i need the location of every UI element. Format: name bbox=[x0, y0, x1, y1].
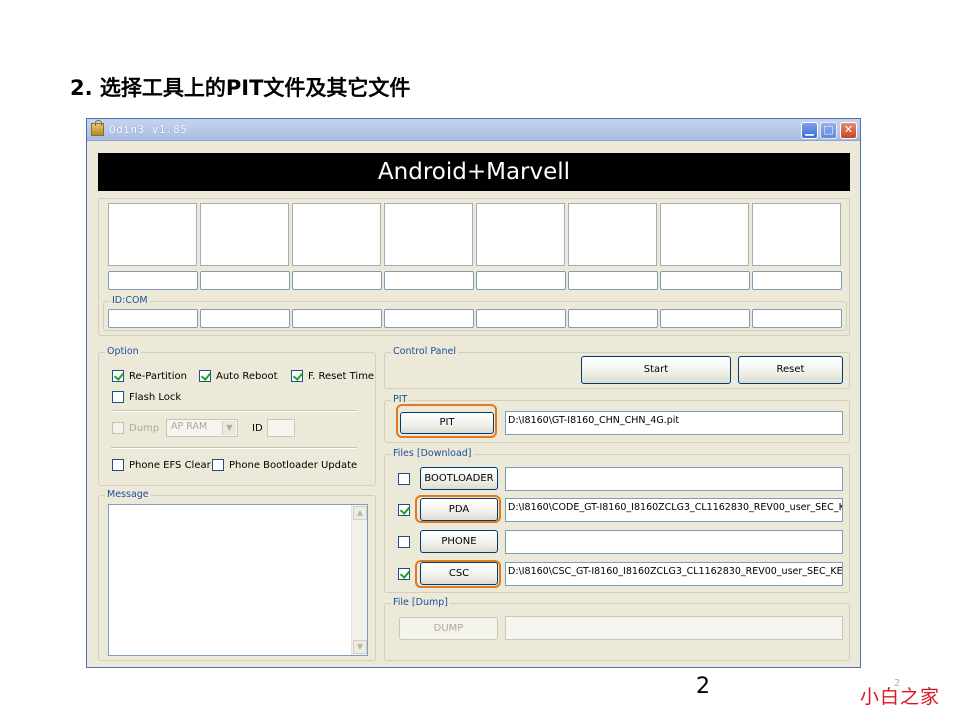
pit-path-field[interactable]: D:\I8160\GT-I8160_CHN_CHN_4G.pit bbox=[505, 411, 843, 435]
pda-checkbox[interactable] bbox=[398, 504, 410, 516]
id-com-field-3 bbox=[292, 309, 382, 328]
id-com-field-4 bbox=[384, 309, 474, 328]
csc-path-field[interactable]: D:\I8160\CSC_GT-I8160_I8160ZCLG3_CL11628… bbox=[505, 562, 843, 586]
start-button[interactable]: Start bbox=[581, 356, 731, 384]
reset-button[interactable]: Reset bbox=[738, 356, 843, 384]
message-scrollbar[interactable]: ▲ ▼ bbox=[351, 505, 367, 655]
control-panel-label: Control Panel bbox=[391, 346, 458, 358]
f-reset-time-checkbox[interactable] bbox=[291, 370, 303, 382]
csc-checkbox[interactable] bbox=[398, 568, 410, 580]
message-group: Message ▲ ▼ bbox=[98, 489, 376, 661]
phone-button[interactable]: PHONE bbox=[420, 530, 498, 553]
port-status-field-8 bbox=[752, 271, 842, 290]
port-status-field-5 bbox=[476, 271, 566, 290]
title-bar[interactable]: Odin3 v1.85 ▁ □ ✕ bbox=[87, 119, 860, 141]
model-banner: Android+Marvell bbox=[98, 153, 850, 191]
phone-bootloader-update-checkbox[interactable] bbox=[212, 459, 224, 471]
id-com-label: ID:COM bbox=[110, 295, 150, 307]
message-textarea[interactable]: ▲ ▼ bbox=[108, 504, 368, 656]
auto-reboot-checkbox[interactable] bbox=[199, 370, 211, 382]
dump-button-label: DUMP bbox=[433, 623, 464, 634]
flash-lock-checkbox[interactable] bbox=[112, 391, 124, 403]
watermark: 小白之家 bbox=[860, 686, 941, 708]
port-box-8 bbox=[752, 203, 841, 266]
id-com-field-1 bbox=[108, 309, 198, 328]
port-box-1 bbox=[108, 203, 197, 266]
id-com-group: ID:COM bbox=[103, 295, 847, 331]
bootloader-checkbox[interactable] bbox=[398, 473, 410, 485]
pda-button-highlight bbox=[415, 495, 501, 523]
re-partition-label: Re-Partition bbox=[129, 371, 187, 382]
bootloader-button-label: BOOTLOADER bbox=[424, 473, 494, 484]
port-status-field-3 bbox=[292, 271, 382, 290]
control-panel-group: Control Panel Start Reset bbox=[384, 346, 850, 389]
option-separator-2 bbox=[111, 447, 357, 449]
bootloader-button[interactable]: BOOTLOADER bbox=[420, 467, 498, 490]
reset-button-label: Reset bbox=[776, 364, 805, 375]
slide-title: 2. 选择工具上的PIT文件及其它文件 bbox=[70, 76, 411, 100]
page-number: 2 bbox=[696, 674, 710, 699]
maximize-button: □ bbox=[820, 122, 837, 139]
id-label: ID bbox=[252, 423, 263, 434]
window-title: Odin3 v1.85 bbox=[109, 123, 188, 136]
port-box-4 bbox=[384, 203, 473, 266]
option-group: Option Re-Partition Auto Reboot F. Reset… bbox=[98, 346, 376, 486]
phone-efs-clear-label: Phone EFS Clear bbox=[129, 460, 211, 471]
dump-checkbox bbox=[112, 422, 124, 434]
id-com-field-6 bbox=[568, 309, 658, 328]
port-status-group: ID:COM bbox=[98, 198, 850, 336]
scroll-up-icon[interactable]: ▲ bbox=[353, 506, 367, 520]
minimize-button[interactable]: ▁ bbox=[801, 122, 818, 139]
phone-bootloader-update-label: Phone Bootloader Update bbox=[229, 460, 358, 471]
re-partition-checkbox[interactable] bbox=[112, 370, 124, 382]
files-download-label: Files [Download] bbox=[391, 448, 474, 460]
id-com-field-7 bbox=[660, 309, 750, 328]
phone-checkbox[interactable] bbox=[398, 536, 410, 548]
port-box-6 bbox=[568, 203, 657, 266]
start-button-label: Start bbox=[643, 364, 669, 375]
message-label: Message bbox=[105, 489, 151, 501]
phone-button-label: PHONE bbox=[441, 536, 477, 547]
odin-window: Odin3 v1.85 ▁ □ ✕ Android+Marvell ID:COM bbox=[86, 118, 861, 668]
dump-target-value: AP RAM bbox=[171, 421, 208, 432]
csc-button-highlight bbox=[415, 560, 501, 588]
port-status-field-7 bbox=[660, 271, 750, 290]
port-box-7 bbox=[660, 203, 749, 266]
pda-path-field[interactable]: D:\I8160\CODE_GT-I8160_I8160ZCLG3_CL1162… bbox=[505, 498, 843, 522]
phone-efs-clear-checkbox[interactable] bbox=[112, 459, 124, 471]
chevron-down-icon: ▼ bbox=[222, 421, 236, 435]
f-reset-time-label: F. Reset Time bbox=[308, 371, 375, 382]
id-input bbox=[267, 419, 295, 437]
pit-button-highlight bbox=[396, 404, 497, 438]
port-box-5 bbox=[476, 203, 565, 266]
id-com-field-8 bbox=[752, 309, 842, 328]
bootloader-path-field[interactable] bbox=[505, 467, 843, 491]
option-separator-1 bbox=[111, 410, 357, 412]
scroll-down-icon[interactable]: ▼ bbox=[353, 640, 367, 654]
port-box-3 bbox=[292, 203, 381, 266]
option-label: Option bbox=[105, 346, 141, 358]
id-com-field-5 bbox=[476, 309, 566, 328]
app-lock-icon bbox=[91, 120, 104, 136]
dump-label: Dump bbox=[129, 423, 160, 434]
port-status-field-6 bbox=[568, 271, 658, 290]
dump-button: DUMP bbox=[399, 617, 498, 640]
port-status-field-2 bbox=[200, 271, 290, 290]
port-status-field-1 bbox=[108, 271, 198, 290]
auto-reboot-label: Auto Reboot bbox=[216, 371, 278, 382]
port-box-2 bbox=[200, 203, 289, 266]
port-status-field-4 bbox=[384, 271, 474, 290]
file-dump-label: File [Dump] bbox=[391, 597, 450, 609]
dump-path-field bbox=[505, 616, 843, 640]
phone-path-field[interactable] bbox=[505, 530, 843, 554]
id-com-field-2 bbox=[200, 309, 290, 328]
dump-target-select: AP RAM ▼ bbox=[166, 419, 238, 437]
close-button[interactable]: ✕ bbox=[840, 122, 857, 139]
file-dump-group: File [Dump] DUMP bbox=[384, 597, 850, 661]
flash-lock-label: Flash Lock bbox=[129, 392, 182, 403]
